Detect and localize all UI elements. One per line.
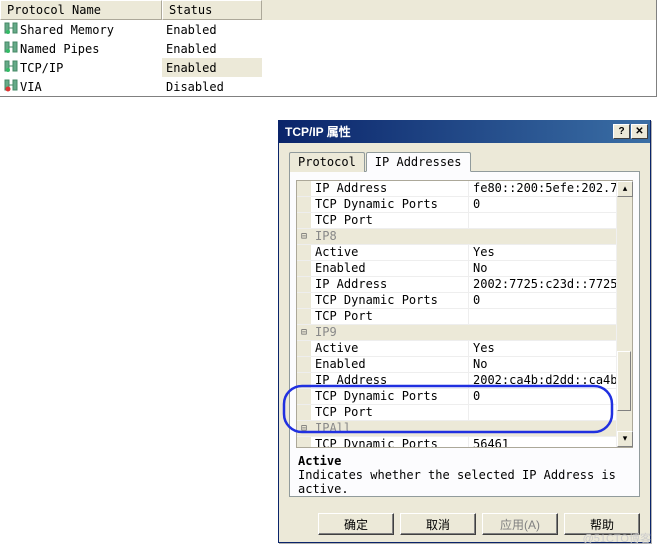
tabstrip: Protocol IP Addresses: [289, 152, 640, 172]
close-icon[interactable]: ✕: [631, 124, 648, 139]
property-value[interactable]: 56461: [469, 437, 616, 447]
collapse-icon[interactable]: ⊟: [297, 325, 311, 340]
property-row[interactable]: TCP Port: [297, 309, 616, 325]
property-key: TCP Port: [311, 405, 469, 420]
property-key: IP Address: [311, 373, 469, 388]
protocol-row[interactable]: VIA Disabled: [0, 77, 656, 96]
property-row[interactable]: TCP Dynamic Ports0: [297, 197, 616, 213]
property-value[interactable]: Yes: [469, 245, 616, 260]
protocol-icon: [4, 59, 18, 76]
property-row[interactable]: EnabledNo: [297, 261, 616, 277]
property-value[interactable]: 0: [469, 197, 616, 212]
property-row[interactable]: TCP Dynamic Ports56461: [297, 437, 616, 447]
protocol-row[interactable]: TCP/IP Enabled: [0, 58, 656, 77]
property-value[interactable]: 0: [469, 389, 616, 404]
dialog-title: TCP/IP 属性: [285, 123, 613, 140]
apply-button[interactable]: 应用(A): [482, 513, 558, 535]
watermark: @51CTO博客: [583, 530, 651, 546]
tab-ip-addresses[interactable]: IP Addresses: [366, 152, 471, 172]
group-label: IP8: [311, 229, 616, 244]
property-row[interactable]: EnabledNo: [297, 357, 616, 373]
description-title: Active: [298, 454, 631, 468]
protocol-icon: [4, 21, 18, 38]
property-key: TCP Dynamic Ports: [311, 293, 469, 308]
protocol-icon: [4, 40, 18, 57]
property-key: TCP Dynamic Ports: [311, 197, 469, 212]
property-value[interactable]: 0: [469, 293, 616, 308]
protocol-list: Protocol Name Status Shared Memory Enable…: [0, 0, 657, 97]
property-value[interactable]: No: [469, 357, 616, 372]
titlebar[interactable]: TCP/IP 属性 ? ✕: [279, 120, 650, 143]
property-group[interactable]: ⊟IPAll: [297, 421, 616, 437]
property-group[interactable]: ⊟IP9: [297, 325, 616, 341]
protocol-name: Named Pipes: [20, 42, 99, 56]
property-grid[interactable]: IP Addressfe80::200:5efe:202.75.210.2TCP…: [296, 180, 633, 448]
list-header: Protocol Name Status: [0, 0, 656, 20]
column-protocol-name[interactable]: Protocol Name: [0, 0, 162, 20]
property-row[interactable]: ActiveYes: [297, 341, 616, 357]
protocol-name: VIA: [20, 80, 42, 94]
protocol-status: Disabled: [162, 77, 262, 96]
protocol-row[interactable]: Shared Memory Enabled: [0, 20, 656, 39]
collapse-icon[interactable]: ⊟: [297, 421, 311, 436]
cancel-button[interactable]: 取消: [400, 513, 476, 535]
scroll-down-icon[interactable]: ▾: [617, 431, 633, 447]
property-value[interactable]: [469, 213, 616, 228]
protocol-status: Enabled: [162, 39, 262, 58]
group-label: IP9: [311, 325, 616, 340]
column-status[interactable]: Status: [162, 0, 262, 20]
protocol-row[interactable]: Named Pipes Enabled: [0, 39, 656, 58]
property-row[interactable]: IP Address2002:7725:c23d::7725:c23d: [297, 277, 616, 293]
property-key: IP Address: [311, 181, 469, 196]
property-row[interactable]: TCP Dynamic Ports0: [297, 389, 616, 405]
property-key: Enabled: [311, 261, 469, 276]
property-row[interactable]: TCP Port: [297, 405, 616, 421]
property-row[interactable]: TCP Port: [297, 213, 616, 229]
property-row[interactable]: IP Address2002:ca4b:d2dd::ca4b:d2dd: [297, 373, 616, 389]
property-value[interactable]: [469, 405, 616, 420]
group-label: IPAll: [311, 421, 616, 436]
property-row[interactable]: ActiveYes: [297, 245, 616, 261]
property-row[interactable]: TCP Dynamic Ports0: [297, 293, 616, 309]
scroll-up-icon[interactable]: ▴: [617, 181, 633, 197]
property-key: Active: [311, 245, 469, 260]
property-group[interactable]: ⊟IP8: [297, 229, 616, 245]
protocol-name: Shared Memory: [20, 23, 114, 37]
property-value[interactable]: 2002:ca4b:d2dd::ca4b:d2dd: [469, 373, 616, 388]
collapse-icon[interactable]: ⊟: [297, 229, 311, 244]
property-row[interactable]: IP Addressfe80::200:5efe:202.75.210.2: [297, 181, 616, 197]
property-key: TCP Dynamic Ports: [311, 389, 469, 404]
tab-protocol[interactable]: Protocol: [289, 152, 365, 172]
property-value[interactable]: 2002:7725:c23d::7725:c23d: [469, 277, 616, 292]
scroll-thumb[interactable]: [617, 351, 631, 411]
help-icon[interactable]: ?: [613, 124, 630, 139]
protocol-status: Enabled: [162, 58, 262, 77]
tabpanel: IP Addressfe80::200:5efe:202.75.210.2TCP…: [289, 171, 640, 497]
property-value[interactable]: [469, 309, 616, 324]
property-value[interactable]: fe80::200:5efe:202.75.210.2: [469, 181, 616, 196]
property-key: TCP Dynamic Ports: [311, 437, 469, 447]
protocol-name: TCP/IP: [20, 61, 63, 75]
property-key: Enabled: [311, 357, 469, 372]
protocol-icon: [4, 78, 18, 95]
description-box: Active Indicates whether the selected IP…: [296, 452, 633, 498]
property-value[interactable]: No: [469, 261, 616, 276]
description-text: Indicates whether the selected IP Addres…: [298, 468, 631, 496]
protocol-status: Enabled: [162, 20, 262, 39]
property-key: TCP Port: [311, 213, 469, 228]
ok-button[interactable]: 确定: [318, 513, 394, 535]
property-key: Active: [311, 341, 469, 356]
tcpip-properties-dialog: TCP/IP 属性 ? ✕ Protocol IP Addresses IP A…: [278, 120, 651, 543]
property-key: TCP Port: [311, 309, 469, 324]
property-value[interactable]: Yes: [469, 341, 616, 356]
scrollbar[interactable]: ▴ ▾: [616, 181, 632, 447]
property-key: IP Address: [311, 277, 469, 292]
